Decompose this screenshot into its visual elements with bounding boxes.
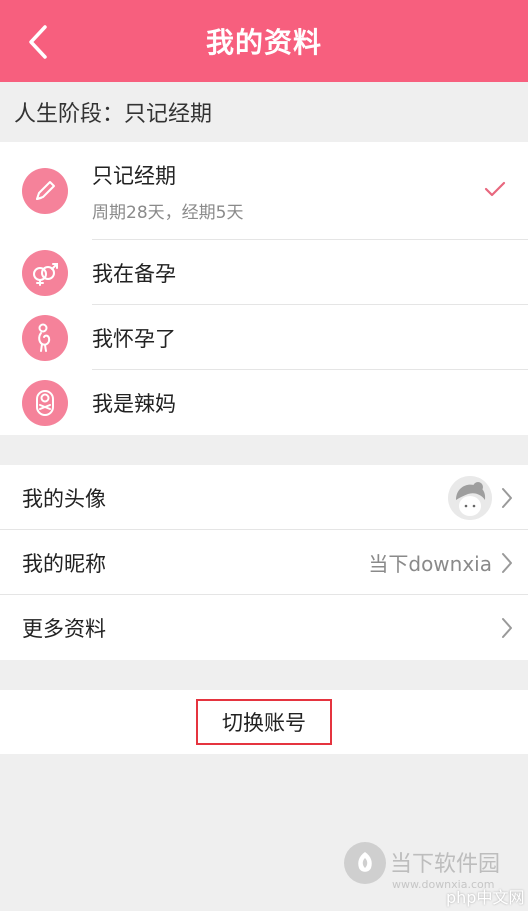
watermark-logo-icon [344,842,386,884]
stage-option-trying[interactable]: 我在备孕 [0,240,528,305]
page-title: 我的资料 [205,26,322,59]
stage-option-text: 我在备孕 [92,258,176,288]
stage-option-period[interactable]: 只记经期 周期28天，经期5天 [0,142,528,240]
chevron-right-icon [500,616,514,640]
avatar [448,475,492,520]
avatar-girl-icon [448,475,492,520]
chevron-left-icon [29,25,47,59]
switch-account-section: 切换账号 [0,690,528,754]
stage-option-text: 我怀孕了 [92,323,176,353]
watermark-site-name: 当下软件园 [390,852,501,877]
avatar-row[interactable]: 我的头像 [0,465,528,530]
more-info-row[interactable]: 更多资料 [0,595,528,660]
life-stage-heading: 人生阶段：只记经期 [0,82,528,142]
stage-option-text: 我是辣妈 [92,388,176,418]
watermark-php-label: php中文网 [446,888,525,907]
more-info-label: 更多资料 [22,616,106,641]
nickname-value: 当下downxia [368,552,492,576]
switch-account-button[interactable]: 切换账号 [196,699,332,745]
stage-option-label: 只记经期 [92,163,176,188]
stage-option-label: 我是辣妈 [92,391,176,416]
chevron-right-icon [500,486,514,510]
stage-option-subtitle: 周期28天，经期5天 [92,202,244,223]
stage-option-label: 我怀孕了 [92,326,176,351]
pregnant-icon [22,314,68,361]
stage-option-mom[interactable]: 我是辣妈 [0,370,528,435]
pen-icon [22,168,68,214]
profile-settings-list: 我的头像 我的昵称 当下downxia 更多资料 [0,465,528,660]
checkmark-icon [484,180,506,202]
chevron-right-icon [500,551,514,575]
stage-option-text: 只记经期 周期28天，经期5天 [92,160,243,223]
nickname-row[interactable]: 我的昵称 当下downxia [0,530,528,595]
life-stage-list: 只记经期 周期28天，经期5天 我在备孕 我怀孕了 我是辣妈 [0,142,528,435]
baby-icon [22,379,68,426]
nickname-label: 我的昵称 [22,551,106,576]
avatar-label: 我的头像 [22,486,106,511]
stage-option-label: 我在备孕 [92,261,176,286]
stage-option-pregnant[interactable]: 我怀孕了 [0,305,528,370]
gender-couple-icon [22,249,68,296]
top-bar: 我的资料 [0,0,528,82]
back-button[interactable] [20,22,56,62]
